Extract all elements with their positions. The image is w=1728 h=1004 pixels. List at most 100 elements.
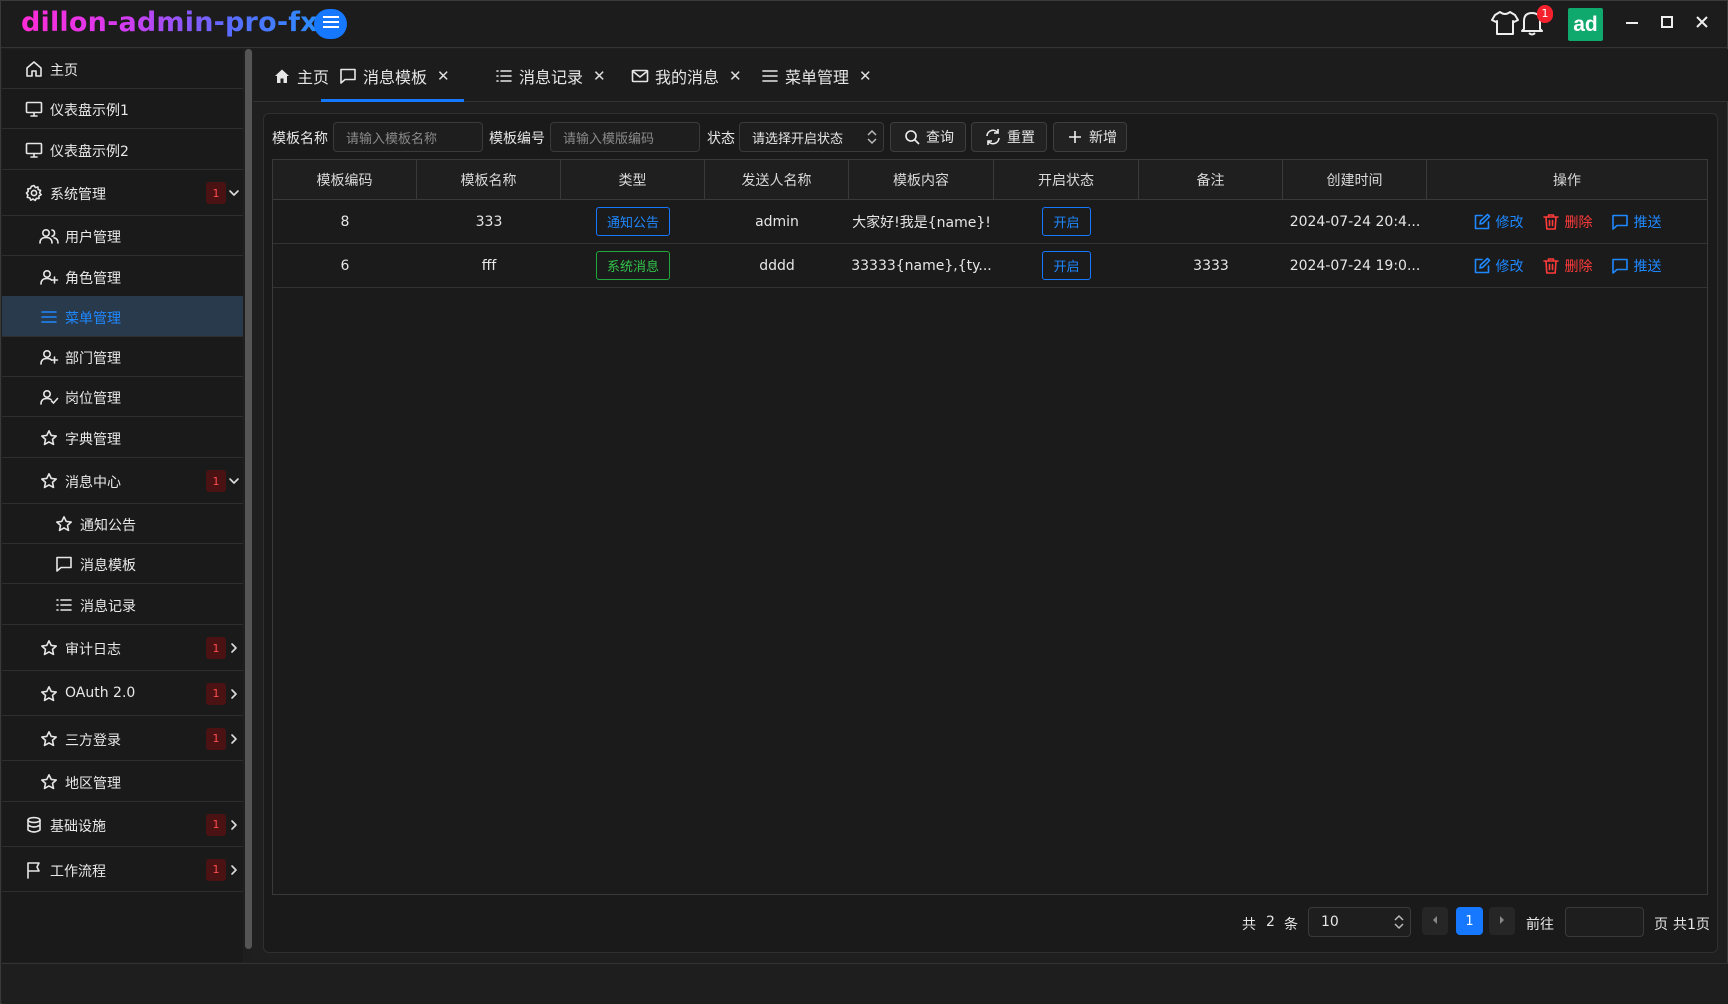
tab-3[interactable]: 我的消息 ✕ — [631, 49, 742, 102]
tab-label: 我的消息 — [655, 67, 720, 87]
notification-badge: 1 — [1537, 5, 1553, 23]
column-header[interactable]: 创建时间 — [1283, 160, 1427, 199]
close-icon — [1695, 15, 1709, 33]
status-select[interactable]: 请选择开启状态 — [739, 122, 884, 152]
sidebar-item-16[interactable]: 三方登录 1 — [2, 716, 243, 761]
tab-4[interactable]: 菜单管理 ✕ — [761, 49, 872, 102]
sidebar-item-label: 岗位管理 — [65, 391, 121, 407]
column-header[interactable]: 模板名称 — [417, 160, 561, 199]
sidebar-item-11[interactable]: 通知公告 — [2, 504, 243, 544]
sidebar-toggle-button[interactable] — [314, 9, 347, 39]
reset-button[interactable]: 重置 — [971, 122, 1047, 152]
tab-close-icon[interactable]: ✕ — [437, 67, 450, 85]
delete-button[interactable]: 删除 — [1542, 212, 1593, 232]
sidebar-item-0[interactable]: 主页 — [2, 49, 243, 89]
sidebar-item-2[interactable]: 仪表盘示例2 — [2, 129, 243, 170]
sidebar-item-8[interactable]: 岗位管理 — [2, 377, 243, 417]
sidebar-item-5[interactable]: 角色管理 — [2, 256, 243, 297]
minimize-button[interactable] — [1621, 13, 1643, 35]
list-icon — [54, 595, 74, 615]
tab-close-icon[interactable]: ✕ — [859, 67, 872, 85]
column-header[interactable]: 类型 — [561, 160, 705, 199]
query-button[interactable]: 查询 — [890, 122, 966, 152]
cell-text: 8 — [340, 213, 350, 230]
cell-text: admin — [755, 213, 799, 230]
page-1-button[interactable]: 1 — [1456, 907, 1483, 935]
cell-text: 33333{name},{ty... — [851, 257, 992, 274]
edit-button[interactable]: 修改 — [1473, 256, 1524, 276]
edit-button[interactable]: 修改 — [1473, 212, 1524, 232]
column-header[interactable]: 开启状态 — [994, 160, 1139, 199]
cell-sender: dddd — [705, 244, 849, 287]
tab-close-icon[interactable]: ✕ — [593, 67, 606, 85]
sidebar-badge: 1 — [206, 182, 226, 204]
sidebar-item-10[interactable]: 消息中心 1 — [2, 458, 243, 504]
table-row[interactable]: 8 333 通知公告 admin 大家好!我是{name}! 开启 2024-07-24 2… — [273, 200, 1707, 244]
tab-2[interactable]: 消息记录 ✕ — [495, 49, 606, 102]
push-button[interactable]: 推送 — [1611, 212, 1662, 232]
cell-remark: 3333 — [1139, 244, 1283, 287]
sidebar-item-18[interactable]: 基础设施 1 — [2, 802, 243, 847]
push-button[interactable]: 推送 — [1611, 256, 1662, 276]
message-icon — [1611, 257, 1629, 275]
delete-button-label: 删除 — [1564, 214, 1593, 231]
star-icon — [39, 729, 59, 749]
avatar[interactable]: ad — [1568, 8, 1603, 41]
sidebar-item-9[interactable]: 字典管理 — [2, 417, 243, 458]
template-name-placeholder: 请输入模板名称 — [346, 131, 438, 147]
tab-1[interactable]: 消息模板 ✕ — [321, 49, 464, 102]
message-icon — [54, 554, 74, 574]
sidebar-item-7[interactable]: 部门管理 — [2, 337, 243, 377]
close-window-button[interactable] — [1691, 13, 1713, 35]
prev-page-button[interactable] — [1422, 907, 1448, 935]
sidebar-item-17[interactable]: 地区管理 — [2, 761, 243, 802]
sidebar-item-6[interactable]: 菜单管理 — [2, 296, 243, 337]
sidebar-item-label: 地区管理 — [65, 775, 121, 792]
notification-button[interactable]: 1 — [1516, 5, 1553, 41]
goto-page-input[interactable] — [1565, 907, 1644, 937]
column-header[interactable]: 模板内容 — [849, 160, 994, 199]
sidebar-item-label: 通知公告 — [80, 518, 136, 534]
column-header[interactable]: 操作 — [1427, 160, 1707, 199]
chevron-right-icon — [227, 818, 241, 832]
column-header[interactable]: 备注 — [1139, 160, 1283, 199]
sidebar-item-14[interactable]: 审计日志 1 — [2, 625, 243, 671]
sidebar-item-label: 字典管理 — [65, 431, 121, 448]
star-icon — [39, 684, 59, 704]
cell-text: 大家好!我是{name}! — [852, 214, 991, 231]
total-count: 2 — [1266, 914, 1275, 930]
next-page-button[interactable] — [1489, 907, 1515, 935]
tab-close-icon[interactable]: ✕ — [729, 67, 742, 85]
sidebar-item-4[interactable]: 用户管理 — [2, 216, 243, 256]
sidebar-item-12[interactable]: 消息模板 — [2, 544, 243, 584]
cell-content: 33333{name},{ty... — [849, 244, 994, 287]
column-header[interactable]: 模板编码 — [273, 160, 417, 199]
sidebar-badge: 1 — [206, 727, 226, 750]
cell-ops: 修改 删除 推送 — [1427, 200, 1707, 243]
delete-button[interactable]: 删除 — [1542, 256, 1593, 276]
sidebar-scrollbar[interactable] — [244, 49, 252, 962]
maximize-button[interactable] — [1656, 13, 1678, 35]
maximize-icon — [1660, 15, 1674, 33]
cell-type: 通知公告 — [561, 200, 705, 243]
table-row[interactable]: 6 fff 系统消息 dddd 33333{name},{ty... 开启 3333 2024… — [273, 244, 1707, 288]
add-button[interactable]: 新增 — [1053, 122, 1127, 152]
add-button-label: 新增 — [1089, 130, 1117, 146]
database-icon — [24, 815, 44, 835]
sidebar-item-19[interactable]: 工作流程 1 — [2, 847, 243, 892]
sidebar-item-13[interactable]: 消息记录 — [2, 584, 243, 625]
row-actions: 修改 删除 推送 — [1473, 212, 1662, 232]
page-size-select[interactable]: 10 — [1308, 907, 1411, 937]
sidebar-item-15[interactable]: OAuth 2.0 1 — [2, 671, 243, 716]
template-code-input[interactable]: 请输入模版编码 — [550, 122, 700, 152]
cell-type: 系统消息 — [561, 244, 705, 287]
sidebar-item-1[interactable]: 仪表盘示例1 — [2, 89, 243, 129]
column-header[interactable]: 发送人名称 — [705, 160, 849, 199]
trash-icon — [1542, 257, 1560, 275]
sidebar-item-3[interactable]: 系统管理 1 — [2, 170, 243, 216]
push-button-label: 推送 — [1633, 258, 1662, 275]
gear-icon — [24, 183, 44, 203]
sidebar: 主页 仪表盘示例1 仪表盘示例2 系统管理 1 用户管理 角色管理 菜单管理 部门管理岗位管理字… — [2, 49, 243, 962]
template-name-input[interactable]: 请输入模板名称 — [333, 122, 483, 152]
scrollbar-thumb[interactable] — [245, 49, 252, 949]
